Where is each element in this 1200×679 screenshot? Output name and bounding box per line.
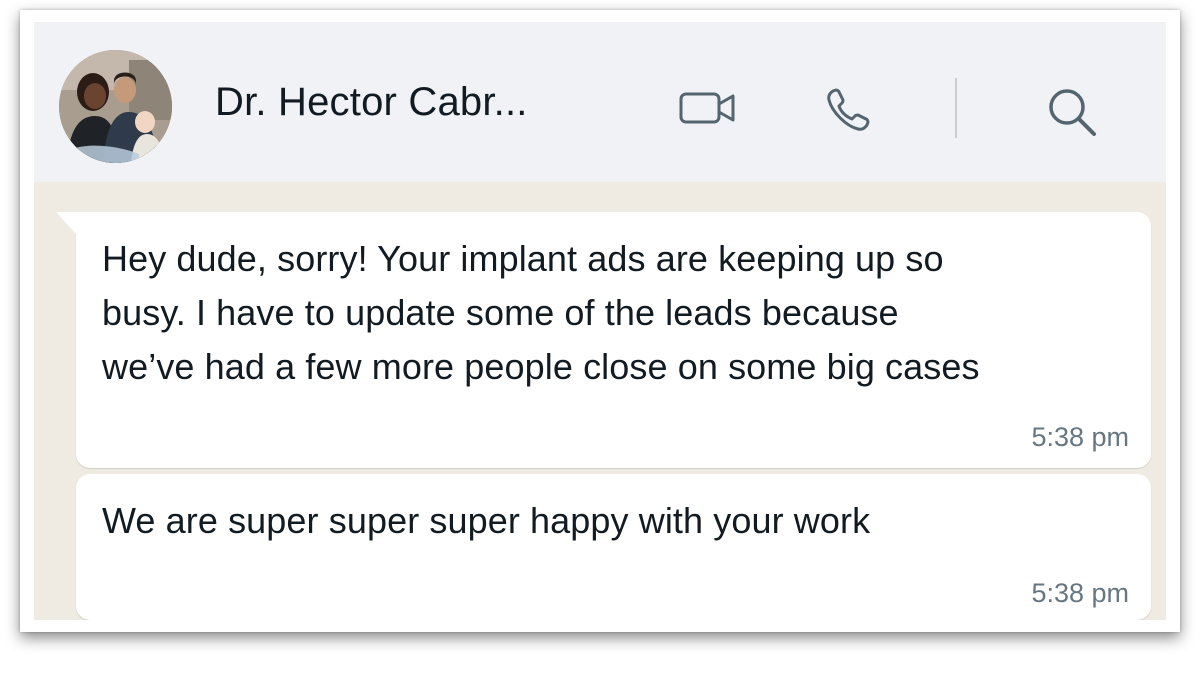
message-line: Hey dude, sorry! Your implant ads are ke… — [102, 238, 944, 279]
message-list[interactable]: Hey dude, sorry! Your implant ads are ke… — [34, 182, 1166, 620]
message-line: busy. I have to update some of the leads… — [102, 292, 899, 333]
message-timestamp: 5:38 pm — [1031, 422, 1129, 452]
avatar-photo-icon — [59, 50, 172, 163]
message-text: We are super super super happy with your… — [102, 494, 1132, 548]
message-timestamp: 5:38 pm — [1031, 578, 1129, 608]
message-line: we’ve had a few more people close on som… — [102, 346, 980, 387]
contact-name[interactable]: Dr. Hector Cabr... — [215, 80, 528, 125]
chat-window: Dr. Hector Cabr... Hey dude, sorry! Your… — [34, 22, 1166, 620]
contact-avatar[interactable] — [59, 50, 172, 163]
video-camera-icon[interactable] — [679, 88, 737, 128]
message-bubble[interactable]: Hey dude, sorry! Your implant ads are ke… — [56, 212, 1151, 468]
message-bubble[interactable]: We are super super super happy with your… — [76, 474, 1151, 620]
message-line: We are super super super happy with your… — [102, 500, 871, 541]
phone-icon[interactable] — [824, 86, 872, 134]
message-text: Hey dude, sorry! Your implant ads are ke… — [102, 232, 1132, 394]
search-icon[interactable] — [1046, 86, 1098, 138]
header-divider — [955, 78, 957, 138]
screenshot-card: Dr. Hector Cabr... Hey dude, sorry! Your… — [20, 10, 1180, 632]
chat-header: Dr. Hector Cabr... — [34, 22, 1166, 182]
bubble-tail — [56, 212, 76, 234]
